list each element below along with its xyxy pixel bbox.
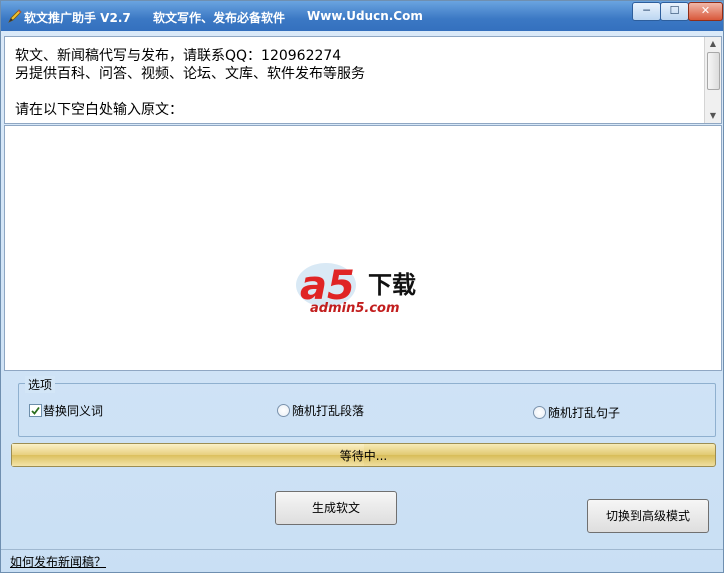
checkmark-icon [31, 406, 40, 415]
minimize-button[interactable]: ─ [632, 2, 661, 21]
shuffle-sentence-radio[interactable] [533, 406, 546, 419]
scroll-down-icon[interactable]: ▼ [705, 109, 721, 123]
title-bar[interactable]: 软文推广助手 V2.7 软文写作、发布必备软件 Www.Uducn.Com ─ … [1, 1, 723, 31]
advanced-mode-button[interactable]: 切换到高级模式 [587, 499, 709, 533]
app-title: 软文推广助手 V2.7 [24, 11, 131, 25]
footer-divider [1, 549, 723, 550]
close-icon: ✕ [700, 4, 711, 17]
watermark-cn-text: 下载 [368, 271, 416, 299]
a5-watermark-logo: a5 下载 admin5.com [284, 257, 444, 317]
synonym-label: 替换同义词 [43, 404, 104, 418]
info-text: 软文、新闻稿代写与发布，请联系QQ：120962274 另提供百科、问答、视频、… [15, 48, 365, 118]
synonym-checkbox[interactable] [29, 404, 42, 417]
watermark-domain: admin5.com [310, 301, 400, 316]
main-window: 软文推广助手 V2.7 软文写作、发布必备软件 Www.Uducn.Com ─ … [0, 0, 724, 573]
options-legend: 选项 [25, 376, 56, 393]
info-textbox[interactable]: 软文、新闻稿代写与发布，请联系QQ：120962274 另提供百科、问答、视频、… [4, 36, 722, 124]
maximize-icon: ☐ [669, 4, 680, 17]
website-link: Www.Uducn.Com [307, 9, 423, 23]
shuffle-paragraph-label: 随机打乱段落 [292, 404, 365, 418]
close-button[interactable]: ✕ [688, 2, 723, 21]
app-slogan: 软文写作、发布必备软件 [153, 11, 286, 25]
shuffle-paragraph-radio[interactable] [277, 404, 290, 417]
minimize-icon: ─ [643, 4, 650, 17]
help-link[interactable]: 如何发布新闻稿？ [10, 553, 106, 570]
generate-button[interactable]: 生成软文 [275, 491, 397, 525]
pencil-icon [8, 9, 22, 23]
options-group: 选项 替换同义词 随机打乱段落 随机打乱句子 [18, 376, 716, 437]
maximize-button[interactable]: ☐ [660, 2, 689, 21]
scroll-up-icon[interactable]: ▲ [705, 37, 721, 51]
progress-bar: 等待中... [11, 443, 716, 467]
source-text-input[interactable]: a5 下载 admin5.com [4, 125, 722, 371]
shuffle-sentence-label: 随机打乱句子 [548, 406, 621, 420]
scroll-thumb[interactable] [707, 52, 720, 90]
info-scrollbar[interactable]: ▲ ▼ [704, 37, 721, 123]
progress-status: 等待中... [339, 449, 388, 463]
